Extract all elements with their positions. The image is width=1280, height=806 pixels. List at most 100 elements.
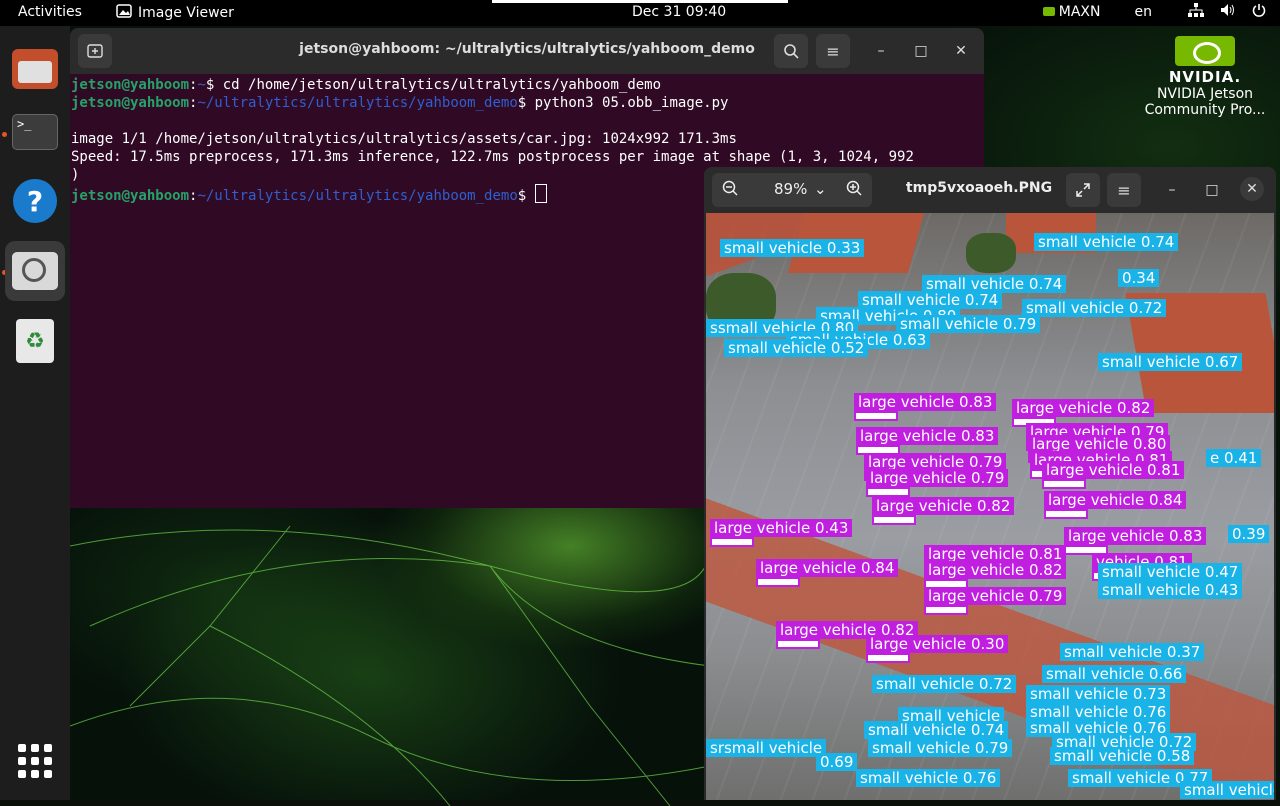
small-vehicle-label: small vehicle 0.66 <box>1042 665 1187 683</box>
small-vehicle-label: small vehicle 0.43 <box>1098 581 1243 599</box>
large-vehicle-label: large vehicle 0.82 <box>924 561 1067 589</box>
top-bar: Activities Image Viewer Dec 31 09:40 MAX… <box>0 0 1280 26</box>
image-viewer-window[interactable]: 89% ⌄ tmp5vxoaoeh.PNG ≡ – □ ✕ small vehi… <box>704 167 1276 800</box>
close-button[interactable]: ✕ <box>950 40 972 62</box>
shortcut-label-line2: Community Pro... <box>1144 102 1266 118</box>
power-icon <box>1252 3 1266 21</box>
app-menu-label: Image Viewer <box>138 5 234 21</box>
large-vehicle-label: large vehicle 0.79 <box>866 469 1009 497</box>
detection-image[interactable]: small vehicle 0.33 small vehicle 0.74 smal… <box>706 213 1274 800</box>
terminal-line: jetson@yahboom:~/ultralytics/ultralytics… <box>71 95 729 111</box>
large-vehicle-label: large vehicle 0.83 <box>856 427 999 455</box>
large-vehicle-label: large vehicle 0.82 <box>872 497 1015 525</box>
nvidia-icon <box>1042 7 1055 16</box>
zoom-level[interactable]: 89% <box>774 180 807 198</box>
large-vehicle-label: large vehicle 0.43 <box>710 519 853 547</box>
zoom-control: 89% ⌄ <box>712 173 872 207</box>
small-vehicle-label: e 0.41 <box>1206 449 1262 467</box>
small-vehicle-label: small vehicle 0.58 <box>1050 747 1195 765</box>
help-icon: ? <box>13 179 57 223</box>
fullscreen-icon <box>1076 183 1090 197</box>
hamburger-icon: ≡ <box>826 41 840 61</box>
close-icon: ✕ <box>1246 181 1258 197</box>
terminal-line: image 1/1 /home/jetson/ultralytics/ultra… <box>71 131 737 147</box>
large-vehicle-label: large vehicle 0.82 <box>1012 399 1155 427</box>
small-vehicle-label: small vehicle 0.72 <box>872 675 1017 693</box>
nvidia-wordmark: NVIDIA. <box>1168 68 1242 86</box>
trash-icon: ♻ <box>16 319 54 363</box>
top-bar-highlight <box>492 0 788 3</box>
clock[interactable]: Dec 31 09:40 <box>632 4 726 20</box>
dock-help[interactable]: ? <box>5 171 65 231</box>
nvidia-logo-icon <box>1175 36 1235 66</box>
fullscreen-button[interactable] <box>1066 173 1100 207</box>
large-vehicle-label: large vehicle 0.79 <box>924 587 1067 615</box>
zoom-out-icon <box>722 180 738 196</box>
menu-button[interactable]: ≡ <box>816 34 850 68</box>
minimize-button[interactable]: – <box>870 40 892 62</box>
small-vehicle-label: small vehicle 0.68 <box>1180 781 1274 799</box>
small-vehicle-label: small vehicle 0.73 <box>1026 685 1171 703</box>
small-vehicle-label: small vehicle 0.37 <box>1060 643 1205 661</box>
network-icon <box>1188 3 1204 21</box>
minimize-icon: – <box>877 43 885 59</box>
system-tray[interactable]: MAXN en <box>1042 3 1266 21</box>
small-vehicle-label: small vehicle 0.74 <box>1034 233 1179 251</box>
image-viewer-icon <box>12 252 58 290</box>
tree <box>966 233 1016 273</box>
app-menu[interactable]: Image Viewer <box>116 4 234 22</box>
desktop-wallpaper-lines <box>70 525 710 806</box>
maximize-icon: □ <box>914 43 928 59</box>
large-vehicle-label: large vehicle 0.81 <box>1042 461 1185 489</box>
power-mode-label: MAXN <box>1058 4 1101 20</box>
viewer-menu-button[interactable]: ≡ <box>1107 173 1141 207</box>
search-icon <box>784 44 799 59</box>
image-viewer-app-icon <box>116 4 132 22</box>
close-icon: ✕ <box>955 43 967 59</box>
dock-show-apps[interactable] <box>5 731 65 791</box>
viewer-title: tmp5vxoaoeh.PNG <box>905 180 1053 196</box>
power-mode-indicator[interactable]: MAXN <box>1042 4 1101 20</box>
large-vehicle-label: large vehicle 0.83 <box>1064 527 1207 555</box>
search-button[interactable] <box>774 34 808 68</box>
minimize-button[interactable]: – <box>1161 179 1183 201</box>
show-apps-icon <box>18 744 52 778</box>
large-vehicle-label: large vehicle 0.30 <box>866 635 1009 663</box>
small-vehicle-label: small vehicle 0.47 <box>1098 563 1243 581</box>
dock-files[interactable] <box>5 39 65 99</box>
small-vehicle-label: 0.34 <box>1118 269 1160 287</box>
large-vehicle-label: large vehicle 0.84 <box>1044 491 1187 519</box>
small-vehicle-label: small vehicle 0.52 <box>724 339 869 357</box>
large-vehicle-label: large vehicle 0.83 <box>854 393 997 421</box>
zoom-in-icon <box>846 180 862 196</box>
small-vehicle-label: small vehicle 0.79 <box>868 739 1013 757</box>
small-vehicle-label: small vehicle 0.74 <box>864 721 1009 739</box>
small-vehicle-label: small vehicle 0.72 <box>1022 299 1167 317</box>
terminal-line: jetson@yahboom:~$ cd /home/jetson/ultral… <box>71 77 662 93</box>
maximize-button[interactable]: □ <box>1201 179 1223 201</box>
small-vehicle-label: srsmall vehicle <box>706 739 827 757</box>
dock-trash[interactable]: ♻ <box>5 311 65 371</box>
dock-terminal[interactable]: >_ <box>5 102 65 162</box>
small-vehicle-label: small vehicle 0.33 <box>720 239 865 257</box>
desktop-shortcut-nvidia[interactable]: NVIDIA. NVIDIA Jetson Community Pro... <box>1140 36 1270 118</box>
volume-icon <box>1220 3 1236 21</box>
chevron-down-icon[interactable]: ⌄ <box>814 180 827 198</box>
zoom-in-button[interactable] <box>846 180 862 200</box>
language-indicator[interactable]: en <box>1135 4 1153 20</box>
terminal-icon: >_ <box>12 114 58 150</box>
dock-image-viewer[interactable] <box>5 241 65 301</box>
close-button[interactable]: ✕ <box>1240 177 1264 201</box>
viewer-titlebar[interactable]: 89% ⌄ tmp5vxoaoeh.PNG ≡ – □ ✕ <box>704 167 1276 213</box>
zoom-out-button[interactable] <box>722 180 738 200</box>
terminal-titlebar[interactable]: jetson@yahboom: ~/ultralytics/ultralytic… <box>70 28 984 74</box>
dock: >_ ? ♻ <box>0 26 70 800</box>
minimize-icon: – <box>1168 182 1176 198</box>
maximize-button[interactable]: □ <box>910 40 932 62</box>
small-vehicle-label: small vehicle 0.67 <box>1098 353 1243 371</box>
small-vehicle-label: 0.39 <box>1228 525 1270 543</box>
small-vehicle-label: 0.69 <box>816 753 858 771</box>
activities-button[interactable]: Activities <box>18 4 82 20</box>
small-vehicle-label: small vehicle 0.76 <box>856 769 1001 787</box>
hamburger-icon: ≡ <box>1117 180 1131 200</box>
